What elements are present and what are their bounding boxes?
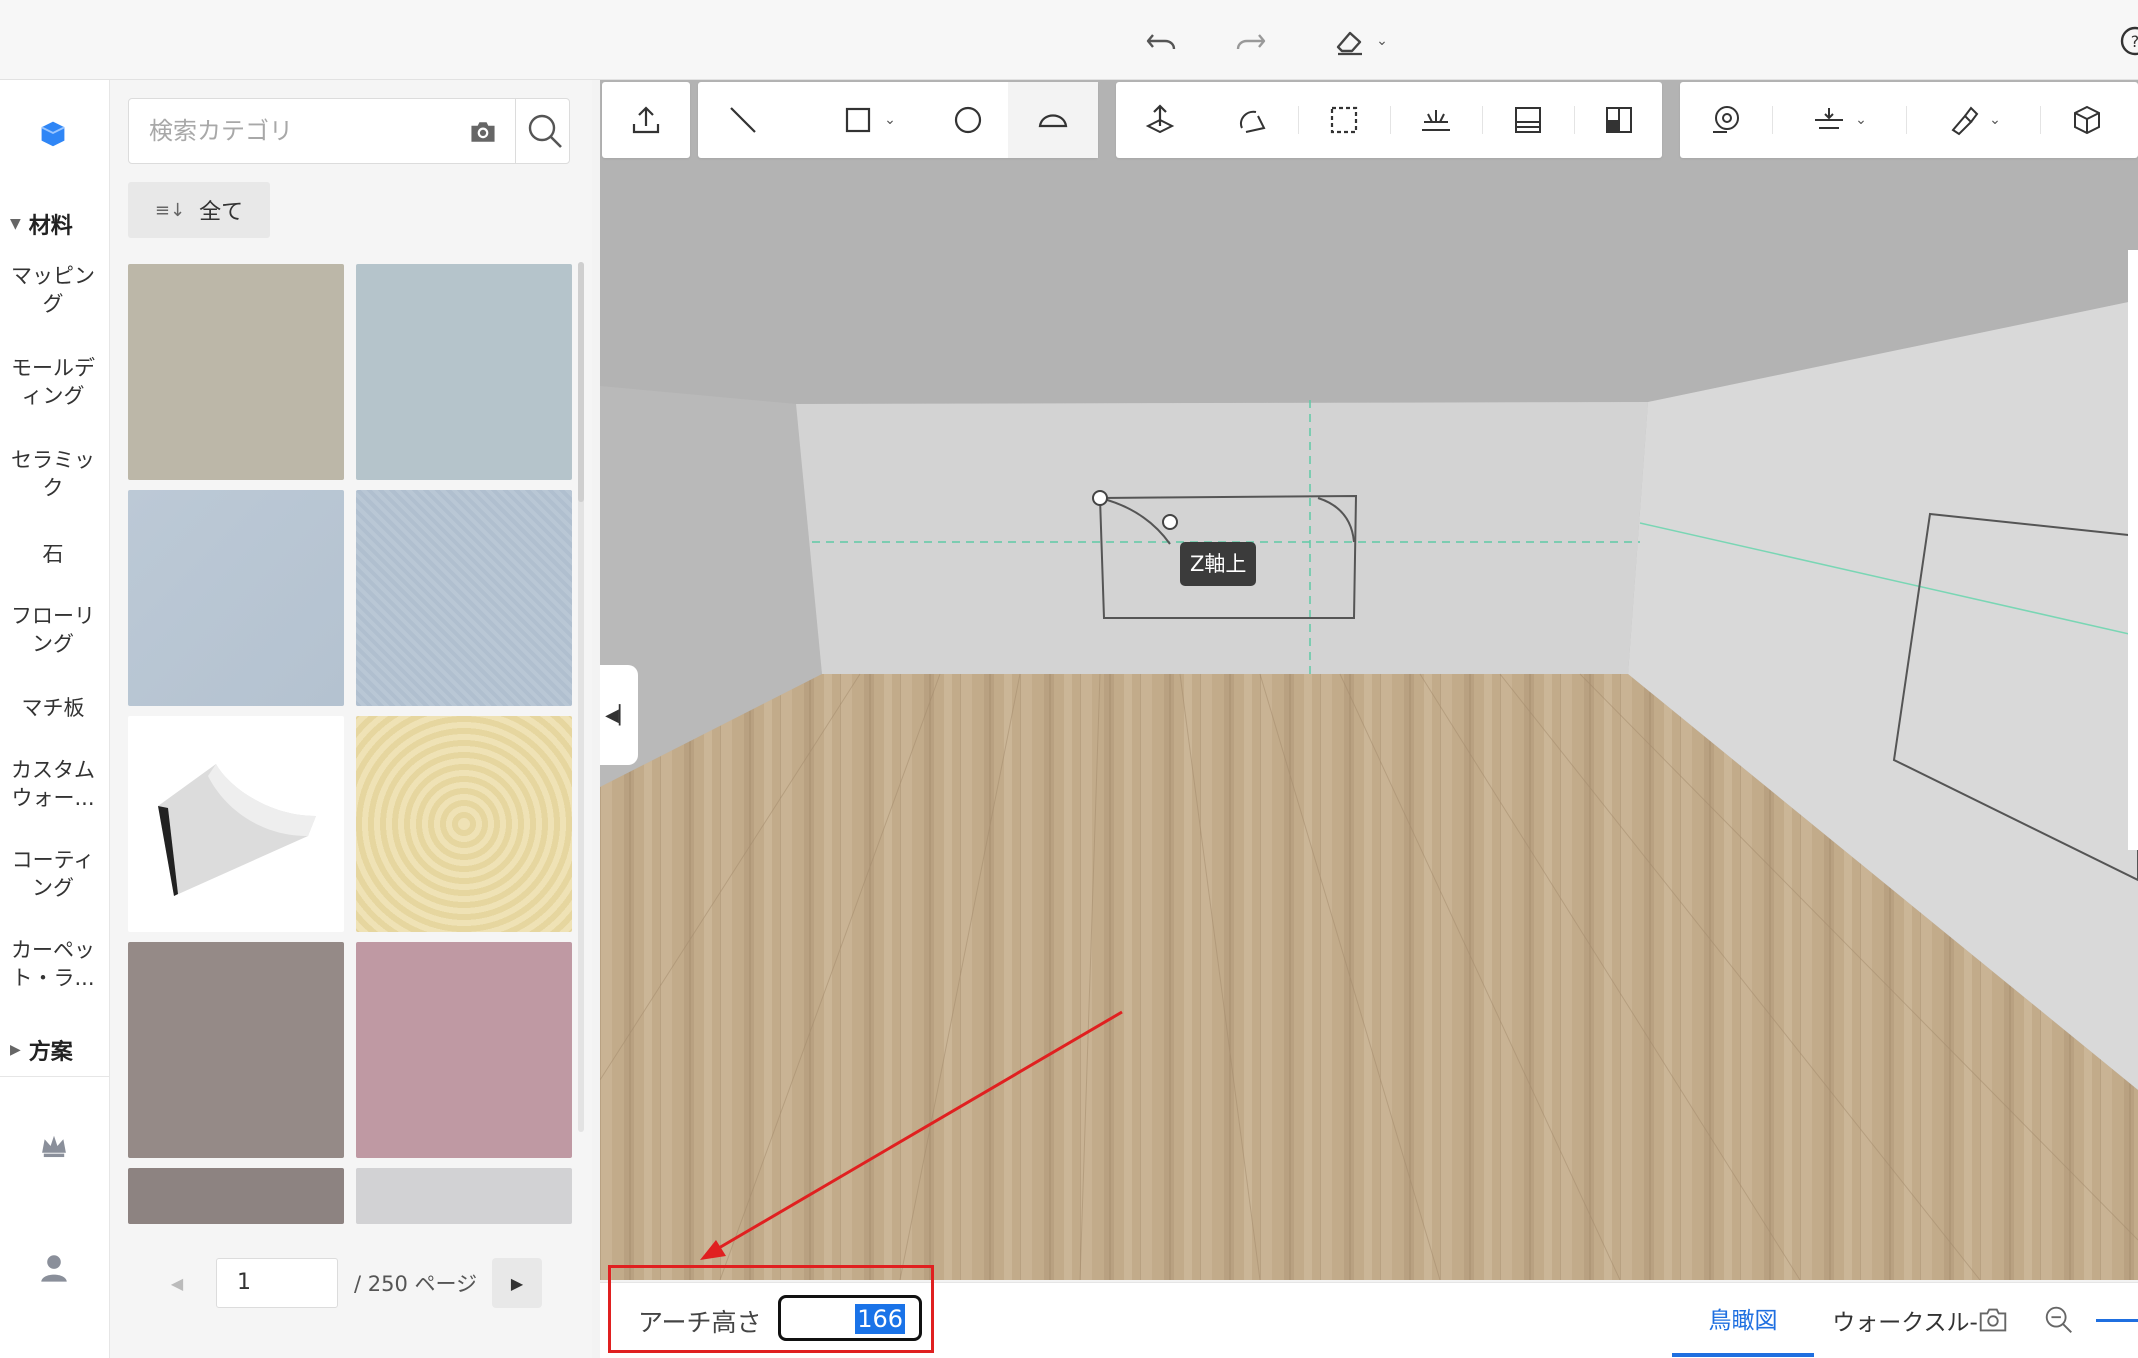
circle-tool-icon[interactable] [928, 82, 1008, 158]
chevron-down-icon: ⌄ [884, 112, 896, 128]
status-bar: アーチ高さ 166 鳥瞰図 ウォークスル- [600, 1265, 2138, 1358]
measure-icon[interactable] [1680, 82, 1770, 158]
right-panel-edge [2128, 250, 2138, 850]
sort-icon: ≡↓ [154, 199, 186, 221]
tab-birdseye[interactable]: 鳥瞰図 [1672, 1283, 1814, 1357]
crown-icon[interactable] [34, 1126, 74, 1166]
material-tile[interactable] [128, 942, 344, 1158]
material-tile[interactable] [128, 490, 344, 706]
select-area-icon[interactable] [1300, 82, 1388, 158]
sidebar-item-custom-wall[interactable]: カスタムウォー... [0, 756, 106, 812]
materials-cube-icon[interactable] [30, 110, 76, 156]
zoom-out-icon[interactable] [2038, 1299, 2080, 1341]
zoom-slider[interactable] [2096, 1319, 2138, 1322]
axis-tooltip: Z軸上 [1180, 542, 1257, 586]
top-bar: ⌄ ? [0, 0, 2138, 80]
toolbar-group-edit [1116, 82, 1662, 158]
arch-tool-icon[interactable] [1008, 82, 1098, 158]
material-tile[interactable] [356, 264, 572, 480]
nav-divider [0, 1076, 110, 1077]
page-total-label: / 250 ページ [354, 1272, 478, 1296]
toolbar-separator [1390, 106, 1391, 134]
search-box [128, 98, 570, 164]
section-materials[interactable]: ▼ 材料 [10, 208, 106, 240]
eraser-dropdown[interactable]: ⌄ [1320, 18, 1400, 64]
rotate-icon[interactable] [1208, 82, 1296, 158]
eraser-icon [1336, 31, 1363, 56]
sidebar-item-mapping[interactable]: マッピング [0, 262, 106, 318]
toolbar-separator [1298, 106, 1299, 134]
catalog-scroll-thumb[interactable] [578, 262, 584, 502]
material-catalog: ≡↓ 全て ◀ 1 / 250 ページ ▶ [110, 80, 592, 1358]
undo-icon[interactable] [1138, 18, 1184, 64]
search-input[interactable] [131, 101, 431, 161]
help-icon[interactable]: ? [2112, 18, 2138, 64]
rectangle-tool-dropdown[interactable]: ⌄ [808, 82, 928, 158]
sidebar-item-machi-board[interactable]: マチ板 [0, 694, 106, 722]
rectangle-tool-icon [846, 107, 871, 133]
3d-box-icon[interactable] [2042, 82, 2132, 158]
toolbar-separator [1906, 106, 1907, 134]
category-sidebar: ▼ 材料 マッピング モールディング セラミック 石 フローリング マチ板 カス… [0, 80, 110, 1358]
prev-page-button[interactable]: ◀ [152, 1258, 202, 1308]
page-number-input[interactable]: 1 [216, 1258, 338, 1308]
caret-down-icon: ▼ [10, 216, 21, 232]
split-layout-icon[interactable] [1576, 82, 1662, 158]
screenshot-camera-icon[interactable] [1972, 1299, 2014, 1341]
collapse-left-icon: ◀▏ [605, 704, 633, 726]
upload-icon[interactable] [602, 82, 690, 158]
material-tile[interactable] [128, 1168, 344, 1224]
search-icon[interactable] [523, 109, 567, 153]
section-plans-label: 方案 [28, 1040, 73, 1065]
sidebar-item-molding[interactable]: モールディング [0, 354, 106, 410]
push-pull-icon[interactable] [1116, 82, 1204, 158]
caret-right-icon: ▶ [10, 1042, 21, 1058]
pagination: ◀ 1 / 250 ページ ▶ [110, 1258, 592, 1358]
material-tile[interactable] [128, 264, 344, 480]
toolbar-group-view: ⌄ ⌄ [1680, 82, 2138, 158]
filter-all-button[interactable]: ≡↓ 全て [128, 182, 270, 238]
room-scene [600, 80, 2138, 1280]
collapse-panel-button[interactable]: ◀▏ [600, 665, 638, 765]
material-tile[interactable] [356, 490, 572, 706]
redo-icon[interactable] [1228, 18, 1274, 64]
light-icon[interactable] [1392, 82, 1480, 158]
panel-layout-icon[interactable] [1484, 82, 1572, 158]
toolbar-separator [2040, 106, 2041, 134]
chevron-down-icon: ⌄ [1376, 33, 1388, 49]
toolbar-separator [1574, 106, 1575, 134]
chevron-down-icon: ⌄ [1855, 112, 1867, 128]
3d-viewport[interactable]: ⌄ ⌄ ⌄ ◀▏ Z軸上 [600, 80, 2138, 1280]
toolbar-group-upload [602, 82, 690, 158]
toolbar-separator [1772, 106, 1773, 134]
sidebar-item-coating[interactable]: コーティング [0, 846, 106, 902]
toolbar-separator [1482, 106, 1483, 134]
sidebar-item-flooring[interactable]: フローリング [0, 602, 106, 658]
align-icon [1815, 108, 1844, 129]
tab-walkthrough[interactable]: ウォークスル- [1830, 1283, 1980, 1357]
toolbar-group-draw: ⌄ [698, 82, 1098, 158]
chevron-down-icon: ⌄ [1989, 112, 2001, 128]
section-plans[interactable]: ▶ 方案 [10, 1034, 106, 1066]
align-dropdown[interactable]: ⌄ [1774, 82, 1904, 158]
section-materials-label: 材料 [28, 214, 73, 239]
sidebar-item-ceramic[interactable]: セラミック [0, 446, 106, 502]
line-tool-icon[interactable] [698, 82, 788, 158]
next-page-button[interactable]: ▶ [492, 1258, 542, 1308]
camera-icon[interactable] [465, 114, 501, 150]
material-tile[interactable] [356, 1168, 572, 1224]
molding-tile[interactable] [128, 716, 344, 932]
material-tile[interactable] [356, 716, 572, 932]
cove-molding-image [158, 764, 316, 896]
annotation-highlight-box [608, 1265, 934, 1353]
paint-dropdown[interactable]: ⌄ [1908, 82, 2038, 158]
sidebar-item-carpet[interactable]: カーペット・ラ... [0, 936, 106, 992]
filter-all-label: 全て [199, 200, 244, 225]
svg-text:?: ? [2131, 32, 2138, 51]
user-icon[interactable] [34, 1248, 74, 1288]
sidebar-item-stone[interactable]: 石 [0, 540, 106, 568]
material-tile[interactable] [356, 942, 572, 1158]
paint-brush-icon [1951, 106, 1979, 136]
search-separator [515, 99, 516, 163]
